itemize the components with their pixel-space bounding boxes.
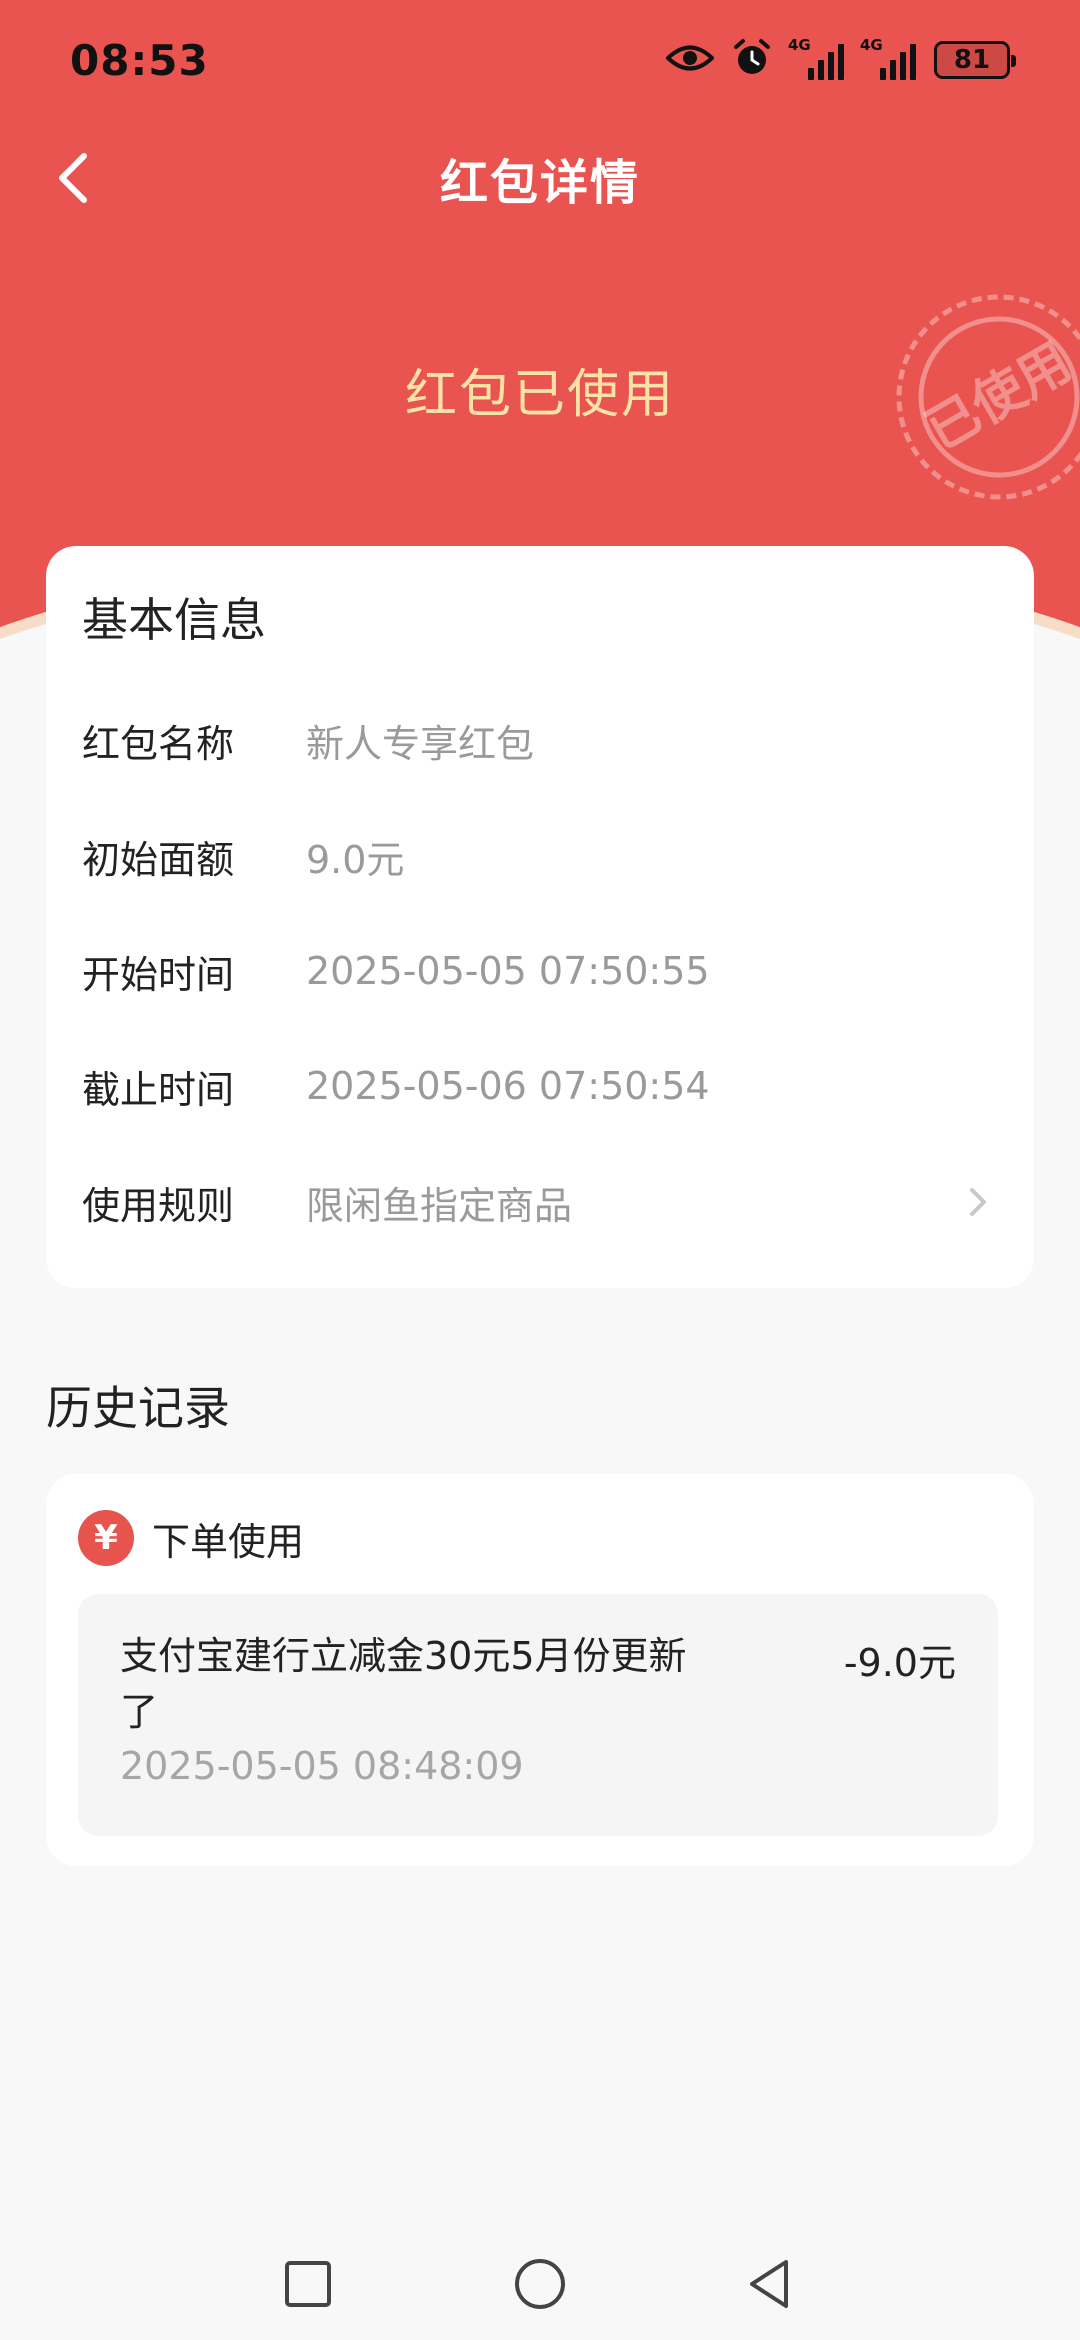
- nav-bar: 红包详情: [0, 120, 1080, 236]
- signal-4g-icon: 4G: [860, 36, 916, 80]
- status-time: 08:53: [70, 35, 209, 85]
- page-title: 红包详情: [439, 155, 640, 211]
- info-label: 初始面额: [82, 837, 235, 882]
- recent-apps-button[interactable]: [278, 2254, 338, 2314]
- info-value: 2025-05-05 07:50:55: [306, 949, 710, 993]
- home-icon: [515, 2259, 565, 2309]
- alarm-icon: [732, 38, 772, 82]
- info-value: 新人专享红包: [306, 721, 535, 766]
- info-label: 开始时间: [82, 952, 235, 997]
- info-row-amount: 初始面额 9.0元: [82, 816, 1002, 896]
- battery-indicator: 81: [934, 41, 1016, 79]
- info-row-start-time: 开始时间 2025-05-05 07:50:55: [82, 931, 1002, 1011]
- stamp-text: 已使用: [916, 332, 1080, 462]
- basic-info-card: 基本信息 红包名称 新人专享红包 初始面额 9.0元 开始时间 2025-05-…: [46, 546, 1034, 1288]
- home-button[interactable]: [510, 2254, 570, 2314]
- history-item[interactable]: 支付宝建行立减金30元5月份更新了 2025-05-05 08:48:09 -9…: [78, 1594, 998, 1836]
- chevron-right-icon: [970, 1188, 986, 1216]
- history-section-title: 历史记录: [46, 1381, 230, 1435]
- history-item-time: 2025-05-05 08:48:09: [120, 1744, 524, 1788]
- system-nav-bar: [0, 2230, 1080, 2340]
- info-label: 截止时间: [82, 1067, 235, 1112]
- battery-level: 81: [953, 45, 991, 75]
- basic-info-title: 基本信息: [82, 593, 266, 647]
- back-nav-button[interactable]: [740, 2254, 800, 2314]
- back-triangle-icon: [750, 2260, 788, 2308]
- signal-4g-icon: 4G: [788, 36, 844, 80]
- recent-apps-icon: [285, 2261, 331, 2307]
- history-item-amount: -9.0元: [843, 1641, 956, 1685]
- info-row-end-time: 截止时间 2025-05-06 07:50:54: [82, 1046, 1002, 1126]
- history-type-label: 下单使用: [152, 1519, 305, 1564]
- info-row-name: 红包名称 新人专享红包: [82, 700, 1002, 780]
- info-label: 红包名称: [82, 721, 235, 766]
- info-value: 2025-05-06 07:50:54: [306, 1064, 710, 1108]
- status-icons: 4G 4G 81: [665, 36, 1016, 82]
- history-type-header: ¥ 下单使用: [78, 1510, 304, 1566]
- info-value: 9.0元: [306, 837, 405, 882]
- status-bar: 08:53 4G 4G 81: [0, 0, 1080, 120]
- info-value: 限闲鱼指定商品: [306, 1183, 573, 1228]
- info-row-usage-rules[interactable]: 使用规则 限闲鱼指定商品: [82, 1162, 1002, 1242]
- eye-icon: [665, 43, 715, 77]
- back-button[interactable]: [44, 148, 104, 208]
- history-card: ¥ 下单使用 支付宝建行立减金30元5月份更新了 2025-05-05 08:4…: [46, 1474, 1034, 1866]
- info-label: 使用规则: [82, 1183, 235, 1228]
- history-item-description: 支付宝建行立减金30元5月份更新了: [120, 1634, 687, 1734]
- chevron-left-icon: [59, 153, 87, 203]
- yuan-icon: ¥: [78, 1510, 134, 1566]
